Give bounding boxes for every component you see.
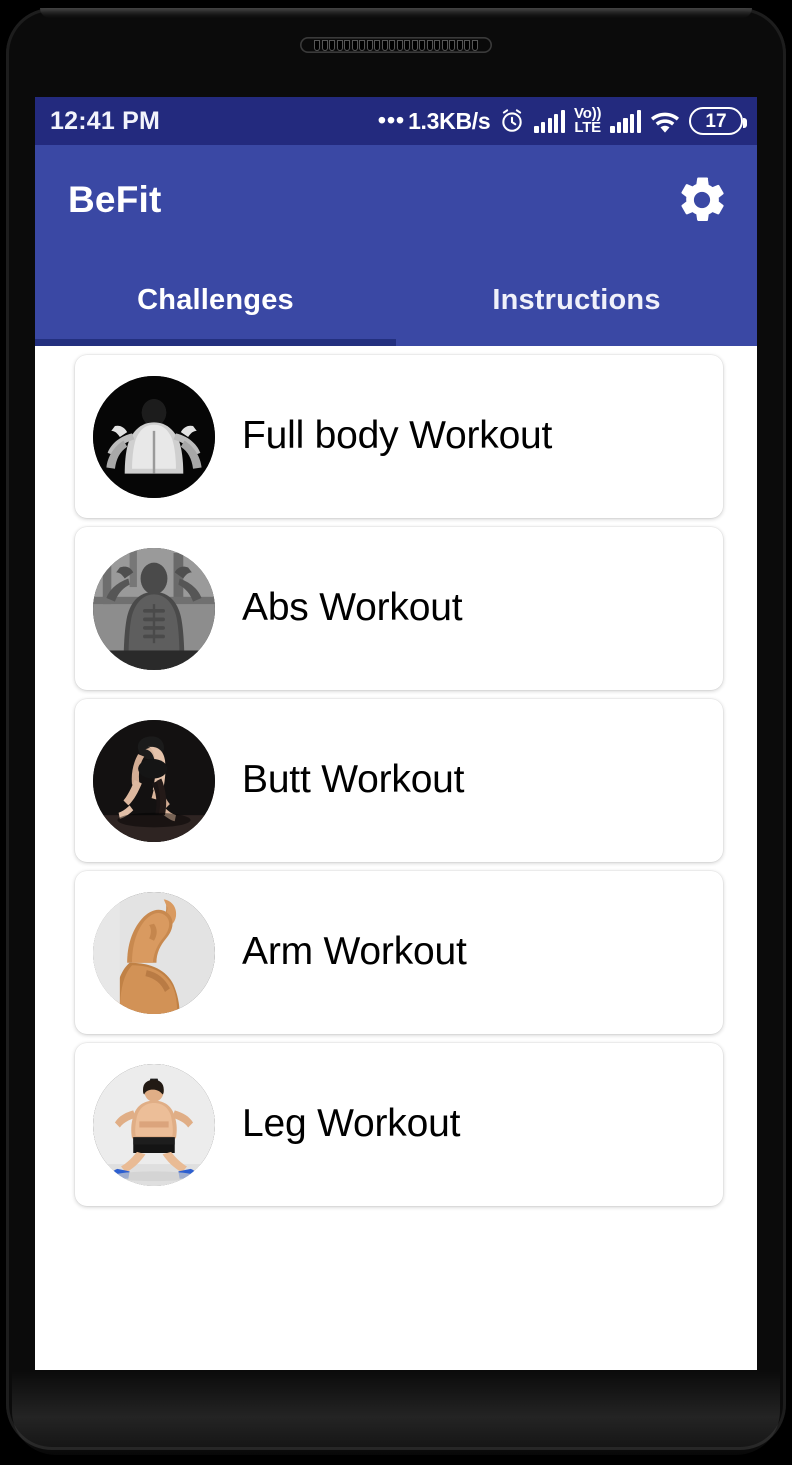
challenges-list: Full body Workout Abs Workout Butt Worko… <box>35 346 757 1370</box>
challenge-title: Full body Workout <box>242 414 553 458</box>
challenge-card-leg[interactable]: Leg Workout <box>75 1043 723 1206</box>
tab-instructions[interactable]: Instructions <box>396 255 757 346</box>
phone-screen: 12:41 PM ••• 1.3KB/s Vo)) LTE 17 BeFit C… <box>35 97 757 1370</box>
list-empty-area <box>35 1215 757 1370</box>
app-title: BeFit <box>68 179 162 220</box>
earpiece-speaker-grille <box>300 37 492 53</box>
tab-challenges[interactable]: Challenges <box>35 255 396 346</box>
gear-icon <box>675 173 729 227</box>
tab-active-indicator <box>35 339 396 346</box>
abs-gym-photo <box>93 547 215 670</box>
challenge-title: Butt Workout <box>242 758 465 802</box>
battery-indicator: 17 <box>689 107 747 135</box>
status-clock: 12:41 PM <box>50 106 160 135</box>
wifi-icon <box>650 108 680 134</box>
app-bar: BeFit <box>35 145 757 255</box>
settings-button[interactable] <box>669 167 735 233</box>
volte-line-2: LTE <box>574 119 601 136</box>
challenge-card-arm[interactable]: Arm Workout <box>75 871 723 1034</box>
signal-bars-icon-secondary <box>610 109 641 133</box>
forward-fold-pose-photo <box>93 719 215 842</box>
tab-bar: Challenges Instructions <box>35 255 757 346</box>
network-speed-indicator: ••• 1.3KB/s <box>377 107 491 135</box>
speed-value: 1.3KB/s <box>408 107 491 134</box>
alarm-clock-icon <box>499 108 525 134</box>
squat-stance-photo <box>93 1063 215 1186</box>
challenge-card-full-body[interactable]: Full body Workout <box>75 355 723 518</box>
muscular-back-photo <box>93 375 215 498</box>
challenge-title: Abs Workout <box>242 586 463 630</box>
frame-top-highlight <box>40 8 752 18</box>
volte-icon: Vo)) LTE <box>574 106 601 136</box>
challenge-title: Leg Workout <box>242 1102 461 1146</box>
speed-dots: ••• <box>377 107 406 134</box>
challenge-card-butt[interactable]: Butt Workout <box>75 699 723 862</box>
phone-device: 12:41 PM ••• 1.3KB/s Vo)) LTE 17 BeFit C… <box>0 0 792 1465</box>
battery-level-text: 17 <box>705 110 727 132</box>
status-bar: 12:41 PM ••• 1.3KB/s Vo)) LTE 17 <box>35 97 757 145</box>
challenge-card-abs[interactable]: Abs Workout <box>75 527 723 690</box>
status-icons-group: ••• 1.3KB/s Vo)) LTE 17 <box>377 106 747 136</box>
signal-bars-icon <box>534 109 566 133</box>
challenge-title: Arm Workout <box>242 930 467 974</box>
flexed-bicep-photo <box>93 891 215 1014</box>
